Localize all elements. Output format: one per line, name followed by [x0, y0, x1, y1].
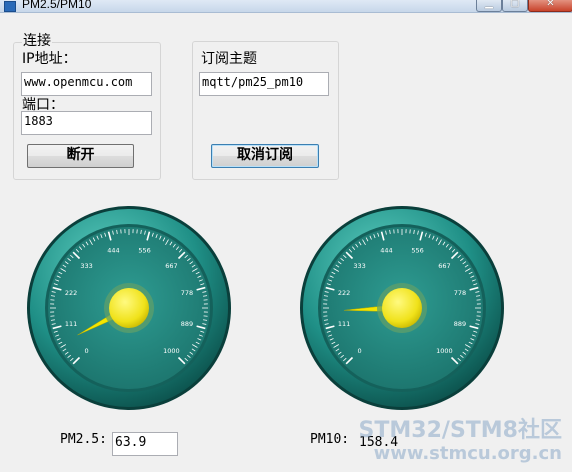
gauge-scale-label: 1000 — [163, 347, 180, 355]
gauge-scale-label: 889 — [181, 320, 193, 328]
gauge-scale-label: 667 — [438, 262, 450, 270]
gauge-scale-label: 333 — [353, 262, 365, 270]
gauge-scale-label: 111 — [338, 320, 350, 328]
title-bar: PM2.5/PM10 ▁ ▢ ✕ — [0, 0, 572, 13]
gauge-scale-label: 0 — [358, 347, 362, 355]
window-title: PM2.5/PM10 — [22, 0, 92, 11]
unsubscribe-button[interactable]: 取消订阅 — [211, 144, 319, 168]
pm25-label: PM2.5: — [60, 432, 107, 447]
gauge-scale-label: 778 — [181, 289, 193, 297]
gauge-scale-label: 333 — [80, 262, 92, 270]
pm10-label: PM10: — [310, 432, 350, 447]
gauge-scale-label: 222 — [338, 289, 350, 297]
connection-group-title: 连接 — [22, 30, 52, 50]
app-icon — [4, 1, 16, 12]
gauge-scale-label: 1000 — [436, 347, 453, 355]
ip-address-input[interactable]: www.openmcu.com — [21, 72, 152, 96]
topic-input[interactable]: mqtt/pm25_pm10 — [199, 72, 329, 96]
ip-label: IP地址： — [22, 51, 77, 67]
close-button[interactable]: ✕ — [528, 0, 572, 12]
gauge-hub — [109, 288, 149, 328]
disconnect-button[interactable]: 断开 — [27, 144, 134, 168]
gauge-scale-label: 111 — [65, 320, 77, 328]
subscription-group-title: 订阅主题 — [201, 51, 257, 67]
pm10-gauge: 0 111 222 333 444 556 667 778 889 1000 — [300, 206, 504, 410]
maximize-button[interactable]: ▢ — [502, 0, 528, 12]
gauge-scale-label: 556 — [411, 247, 423, 255]
gauge-scale-label: 0 — [85, 347, 89, 355]
gauge-scale-label: 222 — [65, 289, 77, 297]
pm25-value-field[interactable]: 63.9 — [112, 432, 178, 456]
gauge-hub — [382, 288, 422, 328]
gauge-scale-label: 778 — [454, 289, 466, 297]
gauge-scale-label: 444 — [107, 247, 119, 255]
gauge-scale-label: 444 — [380, 247, 392, 255]
gauge-scale-label: 889 — [454, 320, 466, 328]
gauge-scale-label: 667 — [165, 262, 177, 270]
pm25-gauge: 0 111 222 333 444 556 667 778 889 1000 — [27, 206, 231, 410]
watermark-line1: STM32/STM8社区 — [358, 418, 562, 443]
gauge-scale-label: 556 — [138, 247, 150, 255]
watermark-line2: www.stmcu.org.cn — [373, 443, 562, 464]
minimize-button[interactable]: ▁ — [476, 0, 502, 12]
port-input[interactable]: 1883 — [21, 111, 152, 135]
